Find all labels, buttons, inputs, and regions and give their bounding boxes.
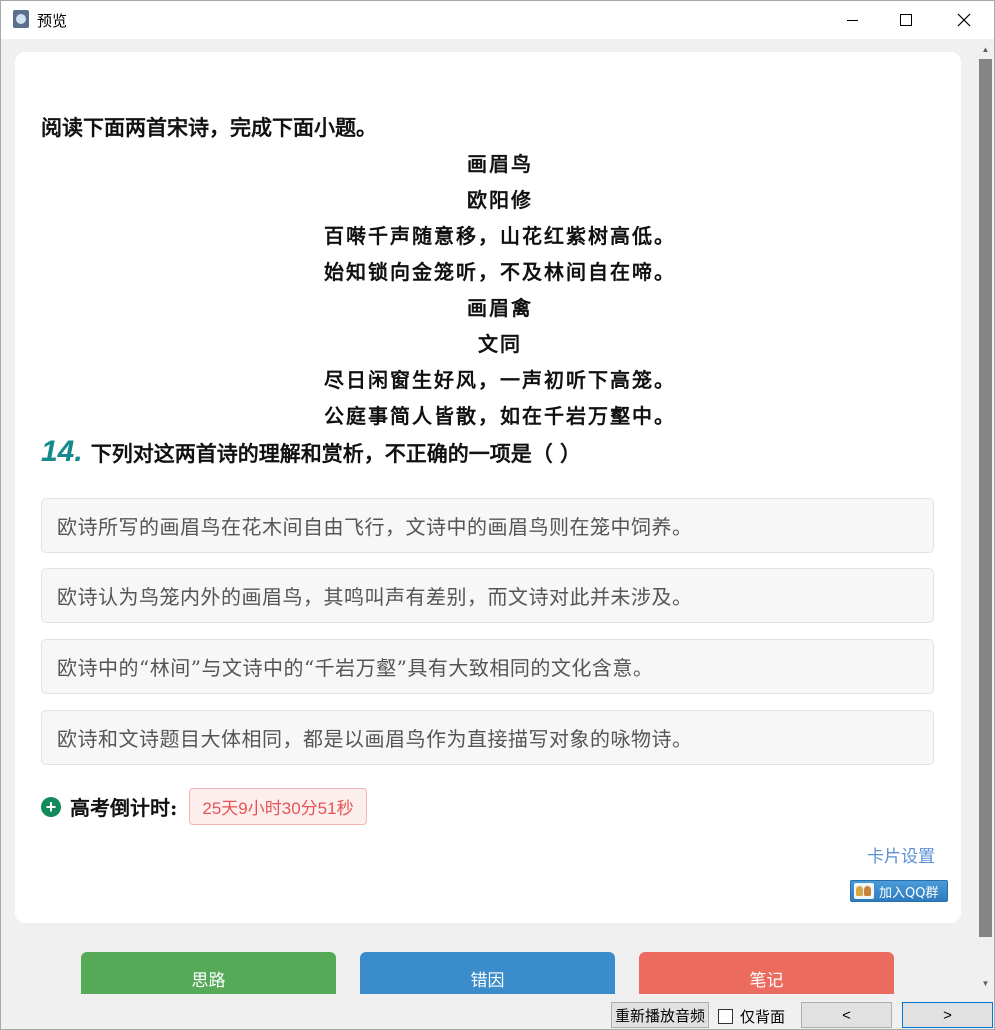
close-button[interactable] [935, 1, 993, 39]
card-settings-link[interactable]: 卡片设置 [867, 842, 935, 867]
answer-option-b[interactable]: 欧诗认为鸟笼内外的画眉鸟，其鸣叫声有差别，而文诗对此并未涉及。 [41, 568, 934, 623]
instruction-text: 阅读下面两首宋诗，完成下面小题。 [41, 115, 377, 140]
countdown-label: 高考倒计时: [70, 796, 178, 820]
replay-audio-button[interactable]: 重新播放音频 [611, 1002, 709, 1028]
note-button[interactable]: 笔记 [639, 952, 894, 994]
app-icon [13, 10, 29, 28]
poem-line: 画眉禽 [467, 296, 533, 320]
back-only-toggle[interactable]: 仅背面 [718, 1006, 785, 1027]
poem-line: 始知锁向金笼听，不及林间自在啼。 [324, 260, 676, 284]
maximize-button[interactable] [877, 1, 935, 39]
minimize-icon [846, 19, 858, 21]
preview-window: 预览 阅读下面两首宋诗，完成下面小题。 画眉鸟 欧阳修 百啭千声随意移，山花红紫… [0, 0, 995, 1030]
bottom-toolbar: 重新播放音频 仅背面 < > [1, 994, 994, 1029]
poem-line: 百啭千声随意移，山花红紫树高低。 [324, 224, 676, 248]
qq-group-label: 加入QQ群 [879, 885, 939, 901]
plus-circle-icon[interactable]: + [41, 796, 61, 817]
join-qq-group-button[interactable]: 加入QQ群 [850, 880, 948, 902]
scroll-thumb[interactable] [979, 59, 992, 937]
poem-line: 欧阳修 [467, 188, 533, 212]
answer-option-d[interactable]: 欧诗和文诗题目大体相同，都是以画眉鸟作为直接描写对象的咏物诗。 [41, 710, 934, 765]
question-card: 阅读下面两首宋诗，完成下面小题。 画眉鸟 欧阳修 百啭千声随意移，山花红紫树高低… [15, 52, 961, 923]
poem-line: 文同 [478, 332, 522, 356]
question-line: 14. 下列对这两首诗的理解和赏析，不正确的一项是（ ） [41, 435, 581, 469]
thinking-button[interactable]: 思路 [81, 952, 336, 994]
answer-option-a[interactable]: 欧诗所写的画眉鸟在花木间自由飞行，文诗中的画眉鸟则在笼中饲养。 [41, 498, 934, 553]
scroll-up-arrow-icon[interactable]: ▲ [977, 41, 994, 58]
exam-countdown: + 高考倒计时: 25天9小时30分51秒 [41, 788, 367, 825]
content-viewport: 阅读下面两首宋诗，完成下面小题。 画眉鸟 欧阳修 百啭千声随意移，山花红紫树高低… [1, 39, 977, 994]
previous-button[interactable]: < [801, 1002, 892, 1028]
option-text: 欧诗认为鸟笼内外的画眉鸟，其鸣叫声有差别，而文诗对此并未涉及。 [57, 585, 693, 609]
question-number: 14. [41, 435, 83, 468]
title-bar: 预览 [1, 1, 994, 39]
vertical-scrollbar[interactable]: ▲ ▼ [977, 39, 994, 994]
close-icon [957, 13, 971, 27]
poem-line: 画眉鸟 [467, 152, 533, 176]
countdown-value: 25天9小时30分51秒 [189, 788, 367, 825]
back-only-label: 仅背面 [740, 1008, 786, 1026]
minimize-button[interactable] [823, 1, 881, 39]
question-text: 下列对这两首诗的理解和赏析，不正确的一项是（ ） [90, 441, 582, 466]
option-text: 欧诗所写的画眉鸟在花木间自由飞行，文诗中的画眉鸟则在笼中饲养。 [57, 515, 693, 539]
window-title: 预览 [37, 12, 68, 30]
answer-option-c[interactable]: 欧诗中的“林间”与文诗中的“千岩万壑”具有大致相同的文化含意。 [41, 639, 934, 694]
back-only-checkbox[interactable] [718, 1009, 733, 1024]
poem-line: 尽日闲窗生好风，一声初听下高笼。 [324, 368, 676, 392]
maximize-icon [900, 14, 912, 26]
error-cause-button[interactable]: 错因 [360, 952, 615, 994]
scroll-down-arrow-icon[interactable]: ▼ [977, 975, 994, 992]
option-text: 欧诗和文诗题目大体相同，都是以画眉鸟作为直接描写对象的咏物诗。 [57, 727, 693, 751]
option-text: 欧诗中的“林间”与文诗中的“千岩万壑”具有大致相同的文化含意。 [57, 656, 654, 680]
next-button[interactable]: > [902, 1002, 993, 1028]
poem-line: 公庭事简人皆散，如在千岩万壑中。 [324, 404, 676, 428]
qq-group-icon [854, 883, 874, 899]
